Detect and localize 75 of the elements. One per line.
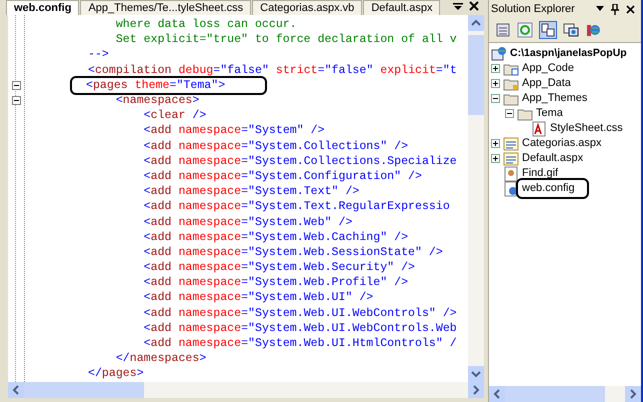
tree-item[interactable]: App_Data: [522, 77, 571, 90]
horizontal-scrollbar[interactable]: [8, 382, 484, 398]
scroll-thumb[interactable]: [468, 35, 484, 115]
scroll-thumb[interactable]: [24, 382, 144, 398]
tree-item[interactable]: Tema: [536, 107, 563, 120]
expander-icon[interactable]: [505, 109, 514, 118]
tree-item[interactable]: web.config: [516, 178, 589, 199]
view-code-icon[interactable]: [563, 22, 579, 38]
scroll-left-icon[interactable]: [489, 386, 505, 402]
pin-icon[interactable]: [611, 4, 619, 14]
code-line: <add namespace="System.Web.Caching" />: [142, 230, 410, 244]
dropdown-icon[interactable]: [453, 2, 463, 11]
close-icon[interactable]: [469, 1, 479, 11]
image-file-icon: [503, 166, 519, 182]
dropdown-icon[interactable]: [596, 6, 604, 12]
code-line: where data loss can occur.: [114, 18, 298, 32]
tree-item[interactable]: Categorias.aspx: [522, 137, 602, 150]
scroll-thumb[interactable]: [505, 386, 605, 402]
properties-icon[interactable]: [495, 22, 511, 38]
code-line: <add namespace="System.Web.UI.WebControls" />: [142, 306, 458, 320]
code-line: <add namespace="System.Web.Profile" />: [142, 276, 410, 290]
refresh-icon[interactable]: [517, 22, 533, 38]
code-line: <add namespace="System.Web.Security" />: [142, 261, 416, 274]
code-line: <clear />: [142, 109, 208, 122]
code-line: <add namespace="System.Web.UI.HtmlControls" /: [142, 337, 458, 350]
code-line: <compilation debug="false" strict="false" explicit="t: [87, 64, 458, 77]
code-line: <add namespace="System.Configuration" />: [142, 170, 423, 183]
code-line: <add namespace="System.Web.UI" />: [142, 291, 374, 304]
code-line: <add namespace="System.Web.SessionState" />: [142, 246, 444, 259]
scroll-up-icon[interactable]: [468, 15, 484, 31]
panel-title: Solution Explorer: [491, 3, 575, 15]
code-line: Set explicit="true" to force declaration of all v: [114, 33, 458, 46]
code-line: <namespaces>: [114, 94, 200, 108]
code-line: </namespaces>: [114, 352, 208, 366]
expander-icon[interactable]: [491, 94, 500, 103]
editor-tab[interactable]: Default.aspx: [363, 0, 440, 15]
stylesheet-icon: [531, 120, 547, 136]
code-line: </pages>: [87, 367, 145, 380]
horizontal-scrollbar[interactable]: [489, 386, 641, 402]
expander-icon[interactable]: [491, 64, 500, 73]
web-page-icon: [503, 150, 519, 166]
scroll-down-icon[interactable]: [468, 366, 484, 382]
scroll-right-icon[interactable]: [625, 386, 641, 402]
collapse-icon[interactable]: [12, 96, 20, 106]
code-line: <add namespace="System.Web.UI.WebControls.Web: [142, 322, 458, 335]
code-line: <add namespace="System.Collections" />: [142, 140, 410, 153]
tree-item[interactable]: Find.gif: [522, 167, 558, 180]
code-line: <add namespace="System.Web" />: [142, 216, 354, 229]
tree-item[interactable]: C:\1aspn\janelasPopUp: [510, 47, 627, 60]
tree-item[interactable]: Default.aspx: [522, 152, 584, 165]
vertical-scrollbar[interactable]: [468, 15, 484, 382]
code-line: <add namespace="System" />: [142, 124, 326, 138]
tree-item[interactable]: StyleSheet.css: [550, 122, 623, 135]
web-page-icon: [503, 136, 519, 152]
code-line: <add namespace="System.Collections.Specialize: [142, 154, 458, 168]
scroll-right-icon[interactable]: [468, 382, 484, 398]
code-line: <pages theme="Tema">: [70, 76, 268, 95]
close-icon[interactable]: [626, 4, 635, 14]
nest-files-icon[interactable]: [539, 21, 557, 39]
code-line: -->: [87, 48, 110, 62]
expander-icon[interactable]: [491, 139, 500, 148]
editor-tab[interactable]: web.config: [6, 0, 80, 15]
scroll-left-icon[interactable]: [8, 382, 24, 398]
code-line: <add namespace="System.Text.RegularExpressio: [142, 200, 451, 214]
editor-tab[interactable]: App_Themes/Te...tyleSheet.css: [80, 0, 252, 15]
project-icon: [491, 46, 507, 62]
expander-icon[interactable]: [491, 154, 500, 163]
tree-item[interactable]: App_Code: [522, 62, 574, 75]
expander-icon[interactable]: [491, 79, 500, 88]
config-file-icon: [503, 180, 519, 196]
collapse-icon[interactable]: [12, 80, 20, 90]
editor-tab[interactable]: Categorias.aspx.vb: [252, 0, 362, 15]
tree-item[interactable]: App_Themes: [522, 92, 588, 105]
code-line: <add namespace="System.Text" />: [142, 185, 360, 198]
globe-icon[interactable]: [585, 22, 601, 38]
